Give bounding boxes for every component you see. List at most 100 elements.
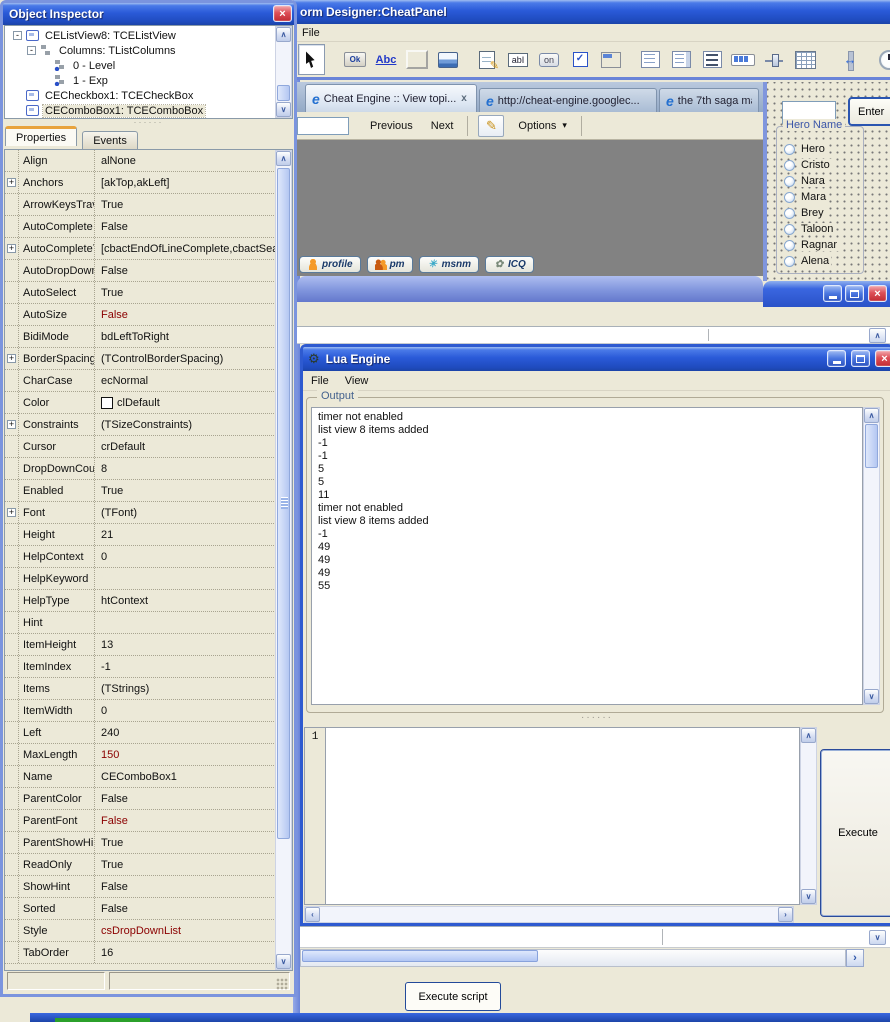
scroll-right-button[interactable]: ›: [778, 907, 793, 922]
property-value[interactable]: bdLeftToRight: [95, 331, 276, 343]
property-row[interactable]: +Font(TFont): [5, 502, 276, 524]
expand-collapse-box[interactable]: -: [13, 31, 22, 40]
button-icon[interactable]: [342, 46, 368, 74]
property-value[interactable]: 13: [95, 639, 276, 651]
tree-item[interactable]: -CEListView8: TCEListView: [5, 28, 277, 43]
expand-box[interactable]: +: [7, 508, 16, 517]
property-row[interactable]: HelpContext0: [5, 546, 276, 568]
main-window-titlebar[interactable]: ×: [763, 281, 890, 307]
property-row[interactable]: AlignalNone: [5, 150, 276, 172]
property-value[interactable]: ecNormal: [95, 375, 276, 387]
menu-view[interactable]: View: [345, 375, 369, 387]
radio-ragnar[interactable]: Ragnar: [784, 237, 861, 253]
output-pane[interactable]: timer not enabledlist view 8 items added…: [311, 407, 863, 705]
property-row[interactable]: HelpTypehtContext: [5, 590, 276, 612]
label-icon[interactable]: [373, 46, 399, 74]
property-row[interactable]: ItemWidth0: [5, 700, 276, 722]
browser-tab[interactable]: ehttp://cheat-engine.googlec...: [479, 88, 657, 112]
radio-alena[interactable]: Alena: [784, 253, 861, 269]
property-row[interactable]: +AutoCompleteText[cbactEndOfLineComplete…: [5, 238, 276, 260]
property-value[interactable]: 16: [95, 947, 276, 959]
scroll-up-button[interactable]: ∧: [276, 151, 291, 166]
expand-box[interactable]: +: [7, 354, 16, 363]
property-row[interactable]: AutoSizeFalse: [5, 304, 276, 326]
property-value[interactable]: clDefault: [95, 397, 276, 409]
tree-item[interactable]: CEComboBox1: TCEComboBox: [5, 103, 277, 118]
property-row[interactable]: Height21: [5, 524, 276, 546]
minimize-button[interactable]: [827, 350, 846, 367]
property-row[interactable]: StylecsDropDownList: [5, 920, 276, 942]
maximize-button[interactable]: [851, 350, 870, 367]
property-value[interactable]: 8: [95, 463, 276, 475]
radiogroup-icon[interactable]: [637, 46, 663, 74]
expand-box[interactable]: +: [7, 178, 16, 187]
property-value[interactable]: 150: [95, 749, 276, 761]
lua-engine-titlebar[interactable]: ⚙ Lua Engine ×: [303, 347, 890, 371]
find-input[interactable]: [297, 117, 349, 135]
property-value[interactable]: (TFont): [95, 507, 276, 519]
options-button[interactable]: Options ▾: [509, 120, 575, 132]
property-row[interactable]: ArrowKeysTraverseListTrue: [5, 194, 276, 216]
enter-button[interactable]: Enter: [848, 97, 890, 126]
property-row[interactable]: ColorclDefault: [5, 392, 276, 414]
property-value[interactable]: False: [95, 309, 276, 321]
forum-msnm-button[interactable]: ✳msnm: [419, 256, 479, 273]
property-row[interactable]: ItemHeight13: [5, 634, 276, 656]
property-row[interactable]: SortedFalse: [5, 898, 276, 920]
trackbar-icon[interactable]: [761, 46, 787, 74]
radio-brey[interactable]: Brey: [784, 205, 861, 221]
expand-collapse-box[interactable]: -: [27, 46, 36, 55]
scroll-thumb[interactable]: [277, 85, 290, 101]
property-value[interactable]: htContext: [95, 595, 276, 607]
radio-taloon[interactable]: Taloon: [784, 221, 861, 237]
previous-button[interactable]: Previous: [361, 120, 422, 132]
scroll-up-button[interactable]: ∧: [801, 728, 816, 743]
property-value[interactable]: crDefault: [95, 441, 276, 453]
property-value[interactable]: (TSizeConstraints): [95, 419, 276, 431]
scroll-down-button[interactable]: ∨: [864, 689, 879, 704]
property-row[interactable]: Items(TStrings): [5, 678, 276, 700]
scroll-down-button[interactable]: ∨: [276, 954, 291, 969]
forum-pm-button[interactable]: pm: [367, 256, 413, 273]
property-value[interactable]: [akTop,akLeft]: [95, 177, 276, 189]
property-row[interactable]: BidiModebdLeftToRight: [5, 326, 276, 348]
stringgrid-icon[interactable]: [792, 46, 818, 74]
close-button[interactable]: ×: [868, 285, 887, 302]
property-row[interactable]: ItemIndex-1: [5, 656, 276, 678]
bottom-horizontal-scrollbar[interactable]: ›: [300, 948, 890, 968]
checkbox-icon[interactable]: [567, 46, 593, 74]
property-value[interactable]: False: [95, 903, 276, 915]
property-row[interactable]: HelpKeyword: [5, 568, 276, 590]
grid-scrollbar[interactable]: ∧ ∨: [275, 150, 292, 970]
property-row[interactable]: ShowHintFalse: [5, 876, 276, 898]
property-value[interactable]: 21: [95, 529, 276, 541]
property-value[interactable]: True: [95, 859, 276, 871]
property-row[interactable]: TabOrder16: [5, 942, 276, 964]
property-value[interactable]: True: [95, 287, 276, 299]
splitter-handle[interactable]: ······: [303, 713, 890, 725]
property-value[interactable]: True: [95, 485, 276, 497]
radio-mara[interactable]: Mara: [784, 189, 861, 205]
property-value[interactable]: csDropDownList: [95, 925, 276, 937]
select-cursor-icon[interactable]: [298, 44, 325, 75]
property-value[interactable]: -1: [95, 661, 276, 673]
menu-file[interactable]: File: [302, 27, 320, 39]
object-inspector-titlebar[interactable]: Object Inspector ×: [3, 3, 294, 25]
property-value[interactable]: CEComboBox1: [95, 771, 276, 783]
output-scrollbar[interactable]: ∧ ∨: [863, 407, 880, 705]
tree-item[interactable]: 0 - Level: [5, 58, 277, 73]
scroll-right-button[interactable]: ›: [846, 949, 864, 967]
minimize-button[interactable]: [823, 285, 842, 302]
property-value[interactable]: 240: [95, 727, 276, 739]
scroll-down-button[interactable]: ∨: [869, 930, 886, 945]
scroll-down-button[interactable]: ∨: [801, 889, 816, 904]
listbox-icon[interactable]: [668, 46, 694, 74]
property-row[interactable]: NameCEComboBox1: [5, 766, 276, 788]
radio-hero[interactable]: Hero: [784, 141, 861, 157]
property-row[interactable]: +Constraints(TSizeConstraints): [5, 414, 276, 436]
cheatpanel-form-canvas[interactable]: Enter Hero Name HeroCristoNaraMaraBreyTa…: [763, 82, 890, 281]
property-row[interactable]: ParentShowHintTrue: [5, 832, 276, 854]
property-row[interactable]: DropDownCount8: [5, 458, 276, 480]
property-row[interactable]: MaxLength150: [5, 744, 276, 766]
property-value[interactable]: False: [95, 793, 276, 805]
